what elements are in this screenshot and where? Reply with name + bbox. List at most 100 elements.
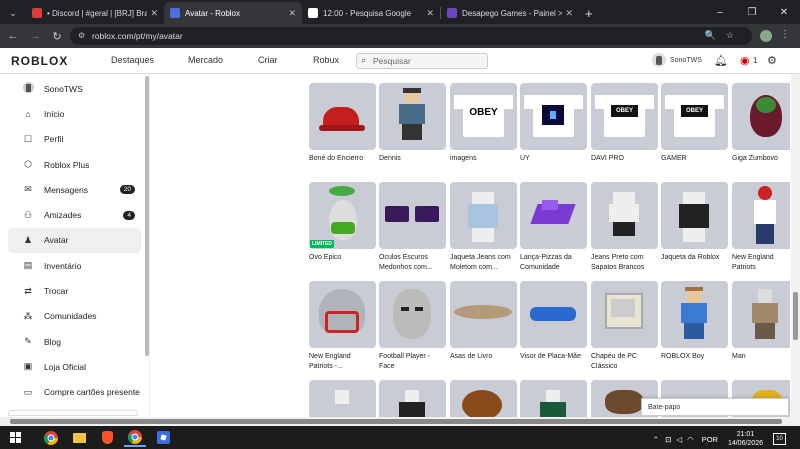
tray-arrow-icon[interactable]: ⌃ <box>653 435 659 444</box>
browser-tab[interactable]: Desapego Games - Painel > Am✕ <box>441 2 579 24</box>
avatar-item-card[interactable]: OBEY GAMER <box>661 83 728 174</box>
avatar-item-card[interactable]: OBEY imagens <box>450 83 517 174</box>
item-name[interactable]: ROBLOX Boy <box>661 352 728 372</box>
item-thumbnail[interactable] <box>732 83 790 150</box>
item-thumbnail[interactable] <box>591 182 658 249</box>
item-thumbnail[interactable] <box>309 380 376 417</box>
chrome-taskbar-icon[interactable] <box>40 429 62 447</box>
robux-icon[interactable]: ◉ <box>740 54 750 67</box>
item-thumbnail[interactable] <box>520 380 587 417</box>
item-name[interactable]: Jaqueta da Roblox <box>661 253 728 273</box>
language-indicator[interactable]: POR <box>702 435 718 444</box>
avatar-item-card[interactable]: Óculos Escuros Medonhos com... <box>379 182 446 273</box>
item-name[interactable]: Football Player - Face <box>379 352 446 372</box>
item-thumbnail[interactable] <box>520 281 587 348</box>
sidebar-item-avatar[interactable]: ♟ Avatar <box>8 227 141 254</box>
item-thumbnail[interactable]: LIMITED <box>309 182 376 249</box>
extensions-icon[interactable] <box>760 30 772 42</box>
zoom-bookmark-icons[interactable]: 🔍☆ <box>705 30 744 41</box>
sidebar-item-roblox-plus[interactable]: ⬡ Roblox Plus <box>8 152 141 177</box>
avatar-item-card[interactable] <box>309 380 376 417</box>
chat-panel[interactable]: Bate-papo <box>641 398 789 416</box>
horizontal-scrollbar-thumb[interactable] <box>10 419 782 424</box>
item-thumbnail[interactable] <box>520 83 587 150</box>
minimize-icon[interactable]: – <box>704 7 736 18</box>
item-name[interactable]: Jeans Preto com Sapatos Brancos <box>591 253 658 273</box>
item-thumbnail[interactable] <box>661 281 728 348</box>
settings-gear-icon[interactable]: ⚙ <box>767 54 777 67</box>
notifications-bell-icon[interactable]: 🔔︎ <box>714 54 728 67</box>
robux-count[interactable]: 1 <box>753 56 757 65</box>
header-user[interactable]: SonoTWS <box>652 53 702 67</box>
item-thumbnail[interactable]: OBEY <box>661 83 728 150</box>
item-thumbnail[interactable] <box>591 281 658 348</box>
new-tab-button[interactable]: + <box>585 6 593 21</box>
brave-taskbar-icon[interactable] <box>96 429 118 447</box>
item-name[interactable]: UY <box>520 154 587 174</box>
roblox-taskbar-icon[interactable] <box>152 429 174 447</box>
nav-criar[interactable]: Criar <box>258 55 278 65</box>
nav-robux[interactable]: Robux <box>313 55 339 65</box>
item-name[interactable]: imagens <box>450 154 517 174</box>
item-thumbnail[interactable] <box>732 182 790 249</box>
item-thumbnail[interactable] <box>661 182 728 249</box>
sidebar-item-mensagens[interactable]: ✉ Mensagens 20 <box>8 177 141 202</box>
nav-destaques[interactable]: Destaques <box>111 55 154 65</box>
item-thumbnail[interactable]: OBEY <box>591 83 658 150</box>
avatar-item-card[interactable]: LIMITED Ovo Épico <box>309 182 376 273</box>
search-input[interactable]: ⌕ Pesquisar <box>356 53 488 69</box>
avatar-item-card[interactable] <box>379 380 446 417</box>
horizontal-scrollbar[interactable] <box>0 417 800 426</box>
item-thumbnail[interactable] <box>520 182 587 249</box>
item-name[interactable]: Dennis <box>379 154 446 174</box>
item-name[interactable]: Lança-Pizzas da Comunidade <box>520 253 587 273</box>
file-explorer-icon[interactable] <box>68 429 90 447</box>
item-name[interactable]: Visor de Placa-Mãe <box>520 352 587 372</box>
avatar-item-card[interactable]: Visor de Placa-Mãe <box>520 281 587 372</box>
sidebar-item-trocar[interactable]: ⇄ Trocar <box>8 278 141 303</box>
nav-mercado[interactable]: Mercado <box>188 55 223 65</box>
item-name[interactable]: GAMER <box>661 154 728 174</box>
site-info-icon[interactable]: ⚙ <box>78 31 85 40</box>
roblox-logo[interactable]: ROBLOX <box>11 54 68 68</box>
forward-icon[interactable]: → <box>24 30 46 42</box>
tab-list-icon[interactable]: ⌄ <box>0 2 26 24</box>
sidebar-item-amizades[interactable]: ⚇ Amizades 4 <box>8 202 141 227</box>
item-name[interactable]: Ovo Épico <box>309 253 376 273</box>
tab-close-icon[interactable]: ✕ <box>565 8 573 19</box>
avatar-item-card[interactable]: Jaqueta da Roblox <box>661 182 728 273</box>
item-thumbnail[interactable] <box>732 281 790 348</box>
sidebar-item-sonotws[interactable]: SonoTWS <box>8 76 141 101</box>
avatar-item-card[interactable]: ROBLOX Boy <box>661 281 728 372</box>
sidebar-item-loja-oficial[interactable]: ▣ Loja Oficial <box>8 354 141 379</box>
avatar-item-card[interactable]: Man <box>732 281 790 372</box>
item-name[interactable]: Man <box>732 352 790 372</box>
item-thumbnail[interactable] <box>379 83 446 150</box>
tab-close-icon[interactable]: ✕ <box>426 8 434 19</box>
close-window-icon[interactable]: ✕ <box>768 7 800 18</box>
chrome-active-taskbar-icon[interactable] <box>124 429 146 447</box>
item-name[interactable]: Asas de Livro <box>450 352 517 372</box>
clock[interactable]: 21:01 14/06/2026 <box>728 430 763 448</box>
network-icon[interactable]: ⊡ <box>665 435 671 444</box>
sidebar-item-compre-cart-es-presente[interactable]: ▭ Compre cartões presente <box>8 380 141 405</box>
notification-center-icon[interactable]: 10 <box>773 433 786 445</box>
avatar-item-card[interactable]: Giga Zumbovo <box>732 83 790 174</box>
sidebar-item-perfil[interactable]: ☐ Perfil <box>8 127 141 152</box>
browser-menu-icon[interactable]: ⋮ <box>780 29 790 40</box>
item-thumbnail[interactable] <box>379 182 446 249</box>
sidebar-scrollbar[interactable] <box>145 76 149 356</box>
reload-icon[interactable]: ↻ <box>46 30 68 43</box>
item-name[interactable]: Chapéu de PC Clássico <box>591 352 658 372</box>
avatar-item-card[interactable]: Boné do Encierro <box>309 83 376 174</box>
item-name[interactable]: New England Patriots <box>732 253 790 273</box>
browser-tab[interactable]: Avatar - Roblox ✕ <box>164 2 302 24</box>
sidebar-item-blog[interactable]: ✎ Blog <box>8 329 141 354</box>
item-name[interactable]: Jaqueta Jeans com Moletom com... <box>450 253 517 273</box>
item-name[interactable]: New England Patriots -... <box>309 352 376 372</box>
tab-close-icon[interactable]: ✕ <box>150 8 158 19</box>
avatar-item-card[interactable]: Lança-Pizzas da Comunidade <box>520 182 587 273</box>
back-icon[interactable]: ← <box>2 30 24 42</box>
item-thumbnail[interactable] <box>309 281 376 348</box>
sidebar-item-invent-rio[interactable]: ▤ Inventário <box>8 253 141 278</box>
